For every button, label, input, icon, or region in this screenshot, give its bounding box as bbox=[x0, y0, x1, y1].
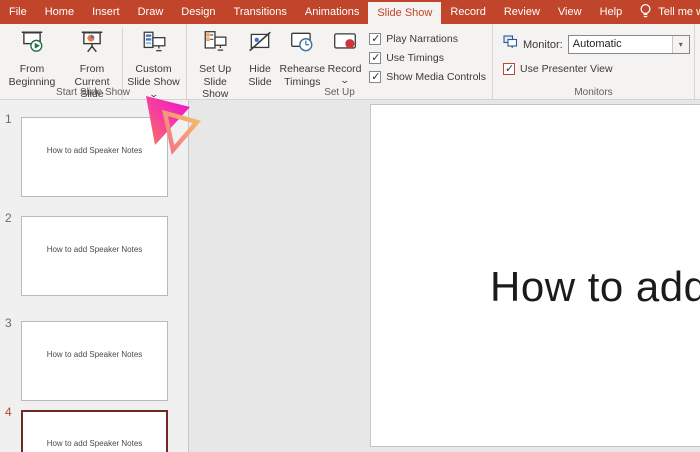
ribbon: From Beginning From Current Slide Custom… bbox=[0, 24, 700, 101]
checkbox-icon bbox=[369, 32, 382, 45]
from-beginning-icon bbox=[19, 29, 45, 60]
rehearse-timings-button[interactable]: Rehearse Timings bbox=[279, 27, 326, 88]
tab-home[interactable]: Home bbox=[36, 0, 83, 24]
hide-slide-label: Hide Slide bbox=[248, 63, 272, 88]
show-media-controls-checkbox[interactable]: Show Media Controls bbox=[369, 70, 486, 83]
use-presenter-view-label: Use Presenter View bbox=[520, 63, 613, 75]
checkbox-icon bbox=[369, 51, 382, 64]
thumbnail-title: How to add Speaker Notes bbox=[46, 349, 143, 359]
tab-insert[interactable]: Insert bbox=[83, 0, 129, 24]
tell-me-box[interactable]: Tell me what bbox=[631, 0, 700, 24]
hide-slide-button[interactable]: Hide Slide bbox=[241, 27, 278, 88]
slide-title-text[interactable]: How to add bbox=[490, 263, 700, 311]
group-set-up: Set Up Slide Show Hide Slide Rehearse Ti… bbox=[187, 24, 493, 100]
slide-number: 4 bbox=[5, 405, 12, 419]
use-presenter-view-checkbox[interactable]: Use Presenter View bbox=[495, 54, 694, 75]
slide-number: 3 bbox=[5, 316, 12, 330]
slide-number: 1 bbox=[5, 112, 12, 126]
record-icon bbox=[332, 29, 358, 60]
from-current-slide-icon bbox=[79, 29, 105, 60]
group-start-slide-show: From Beginning From Current Slide Custom… bbox=[0, 24, 187, 101]
setup-checkbox-column: Play Narrations Use Timings Show Media C… bbox=[363, 27, 490, 83]
use-timings-checkbox[interactable]: Use Timings bbox=[369, 51, 486, 64]
use-timings-label: Use Timings bbox=[386, 52, 444, 64]
from-beginning-label: From Beginning bbox=[8, 63, 56, 88]
tab-file[interactable]: File bbox=[0, 0, 36, 24]
group-monitors: Monitor: Automatic ▾ Use Presenter View … bbox=[493, 24, 695, 99]
slide-thumbnail-3[interactable]: How to add Speaker Notes bbox=[21, 321, 168, 401]
tab-record[interactable]: Record bbox=[441, 0, 494, 24]
dropdown-arrow-icon[interactable]: ▾ bbox=[671, 36, 689, 53]
play-narrations-label: Play Narrations bbox=[386, 33, 458, 45]
group-label-start-slide-show: Start Slide Show bbox=[56, 87, 130, 98]
checkbox-icon bbox=[503, 62, 515, 75]
tab-animations[interactable]: Animations bbox=[296, 0, 368, 24]
slide-number: 2 bbox=[5, 211, 12, 225]
lightbulb-icon bbox=[639, 3, 652, 22]
tab-help[interactable]: Help bbox=[591, 0, 632, 24]
thumbnail-title: How to add Speaker Notes bbox=[46, 438, 143, 448]
from-beginning-button[interactable]: From Beginning bbox=[2, 27, 62, 88]
thumbnail-title: How to add Speaker Notes bbox=[46, 145, 143, 155]
tab-design[interactable]: Design bbox=[172, 0, 224, 24]
slide-thumbnail-2[interactable]: How to add Speaker Notes bbox=[21, 216, 168, 296]
tab-transitions[interactable]: Transitions bbox=[225, 0, 296, 24]
tab-view[interactable]: View bbox=[549, 0, 591, 24]
custom-slide-show-icon bbox=[141, 29, 167, 60]
ribbon-tab-bar: File Home Insert Draw Design Transitions… bbox=[0, 0, 700, 24]
monitor-dropdown[interactable]: Automatic ▾ bbox=[567, 35, 690, 54]
set-up-slide-show-icon bbox=[202, 29, 228, 60]
show-media-controls-label: Show Media Controls bbox=[386, 71, 486, 83]
rehearse-timings-icon bbox=[289, 29, 315, 60]
main-slide[interactable]: How to add bbox=[370, 104, 700, 447]
slide-thumbnail-panel[interactable]: 1 How to add Speaker Notes 2 How to add … bbox=[0, 100, 189, 452]
tell-me-label: Tell me what bbox=[658, 6, 700, 18]
slide-thumbnail-1[interactable]: How to add Speaker Notes bbox=[21, 117, 168, 197]
monitor-icon bbox=[503, 35, 518, 54]
slide-thumbnail-4-selected[interactable]: How to add Speaker Notes bbox=[21, 410, 168, 452]
content-area: 1 How to add Speaker Notes 2 How to add … bbox=[0, 100, 700, 452]
slide-canvas: How to add bbox=[189, 100, 700, 452]
hide-slide-icon bbox=[247, 29, 273, 60]
checkbox-icon bbox=[369, 70, 382, 83]
tab-draw[interactable]: Draw bbox=[129, 0, 173, 24]
group-label-monitors: Monitors bbox=[574, 87, 613, 98]
rehearse-timings-label: Rehearse Timings bbox=[279, 63, 326, 88]
thumbnail-title: How to add Speaker Notes bbox=[46, 244, 143, 254]
monitor-label: Monitor: bbox=[523, 38, 563, 51]
record-button[interactable]: Record ⌄ bbox=[326, 27, 363, 84]
monitor-dropdown-value: Automatic bbox=[572, 38, 622, 50]
chevron-down-icon: ⌄ bbox=[339, 74, 350, 85]
play-narrations-checkbox[interactable]: Play Narrations bbox=[369, 32, 486, 45]
tab-slide-show[interactable]: Slide Show bbox=[368, 2, 442, 24]
tab-review[interactable]: Review bbox=[495, 0, 549, 24]
group-label-set-up: Set Up bbox=[324, 87, 355, 98]
